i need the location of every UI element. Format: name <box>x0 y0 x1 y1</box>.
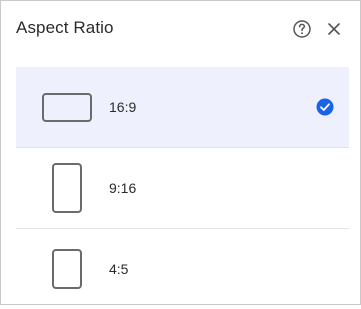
panel-header: Aspect Ratio <box>1 1 360 57</box>
check-circle-icon <box>316 98 334 116</box>
aspect-option-16-9[interactable]: 16:9 <box>16 67 349 148</box>
portrait-rect-icon <box>52 163 82 213</box>
close-icon <box>328 23 340 35</box>
aspect-option-4-5[interactable]: 4:5 <box>16 229 349 309</box>
panel-title: Aspect Ratio <box>16 18 114 37</box>
landscape-rect-icon <box>42 93 92 122</box>
aspect-option-9-16[interactable]: 9:16 <box>16 148 349 229</box>
help-button[interactable] <box>290 17 314 41</box>
portrait-rect-icon <box>52 249 82 289</box>
option-label: 9:16 <box>109 180 137 196</box>
help-circle-icon <box>293 20 311 38</box>
aspect-ratio-list: 16:9 9:16 4:5 <box>16 67 349 309</box>
option-label: 4:5 <box>109 261 129 277</box>
aspect-ratio-panel: Aspect Ratio 16:9 9:16 4:5 <box>0 0 361 305</box>
option-label: 16:9 <box>109 99 137 115</box>
close-button[interactable] <box>322 17 346 41</box>
